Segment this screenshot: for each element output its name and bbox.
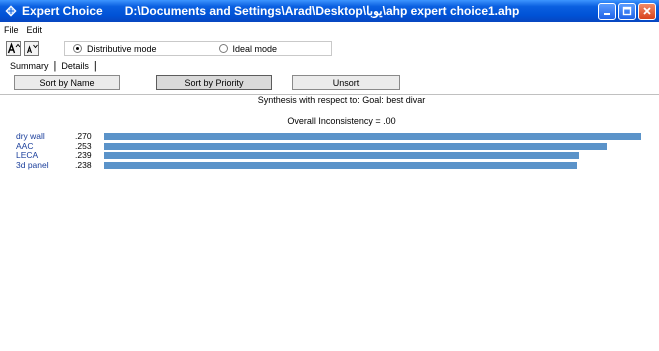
increase-font-button[interactable] [6,40,21,56]
title-bar: Expert Choice D:\Documents and Settings\… [0,0,659,22]
minimize-icon [604,13,610,15]
distributive-mode-label: Distributive mode [87,43,157,54]
tab-separator: | [93,60,97,72]
result-name: dry wall [16,131,45,141]
maximize-button[interactable] [618,2,636,20]
result-name: LECA [16,150,39,160]
expert-choice-app-icon [4,4,18,18]
sort-bar: Sort by Name Sort by Priority Unsort [14,75,402,90]
window-controls [598,2,656,20]
result-name: 3d panel [16,159,49,170]
overall-inconsistency: Overall Inconsistency = .00 [287,116,396,126]
distributive-mode-option[interactable]: Distributive mode [73,44,157,54]
result-value: .238 [75,159,92,170]
sort-by-priority-button[interactable]: Sort by Priority [156,75,272,90]
result-bar [104,133,641,140]
ideal-mode-label: Ideal mode [232,43,278,54]
sort-by-name-button[interactable]: Sort by Name [14,75,120,90]
tab-separator: | [53,60,57,72]
maximize-icon [622,6,632,16]
result-bar [104,161,578,169]
result-row: dry wall .270 [16,132,656,142]
menu-bar: File Edit [0,22,659,37]
window-title-app: Expert Choice [22,4,103,18]
result-value: .270 [75,131,92,141]
font-larger-icon [7,41,20,53]
tab-summary[interactable]: Summary [10,61,49,71]
result-bar [104,142,608,150]
synthesis-title: Synthesis with respect to: Goal: best di… [257,95,426,105]
result-row: 3d panel .238 [16,159,656,171]
menu-file[interactable]: File [4,25,19,35]
result-bar [104,152,580,159]
toolbar: Distributive mode Ideal mode [0,38,659,58]
close-button[interactable] [638,2,656,20]
priority-results: dry wall .270 AAC .253 LECA .239 3d pane… [16,132,656,170]
result-value: .239 [75,150,92,160]
result-row: AAC .253 [16,141,656,152]
unsort-button[interactable]: Unsort [292,75,400,90]
distributive-mode-radio[interactable] [73,44,82,53]
tab-details[interactable]: Details [61,61,89,71]
ideal-mode-option[interactable]: Ideal mode [218,43,278,54]
result-row: LECA .239 [16,151,656,161]
window-title-path: D:\Documents and Settings\Arad\Desktop\ﻳ… [124,4,520,18]
mode-selector: Distributive mode Ideal mode [64,41,332,56]
ideal-mode-radio[interactable] [218,44,228,53]
minimize-button[interactable] [598,2,616,20]
decrease-font-button[interactable] [24,40,39,56]
menu-edit[interactable]: Edit [27,25,43,35]
font-smaller-icon [26,44,38,53]
view-tabs: Summary | Details | [10,60,102,72]
close-icon [643,7,651,15]
